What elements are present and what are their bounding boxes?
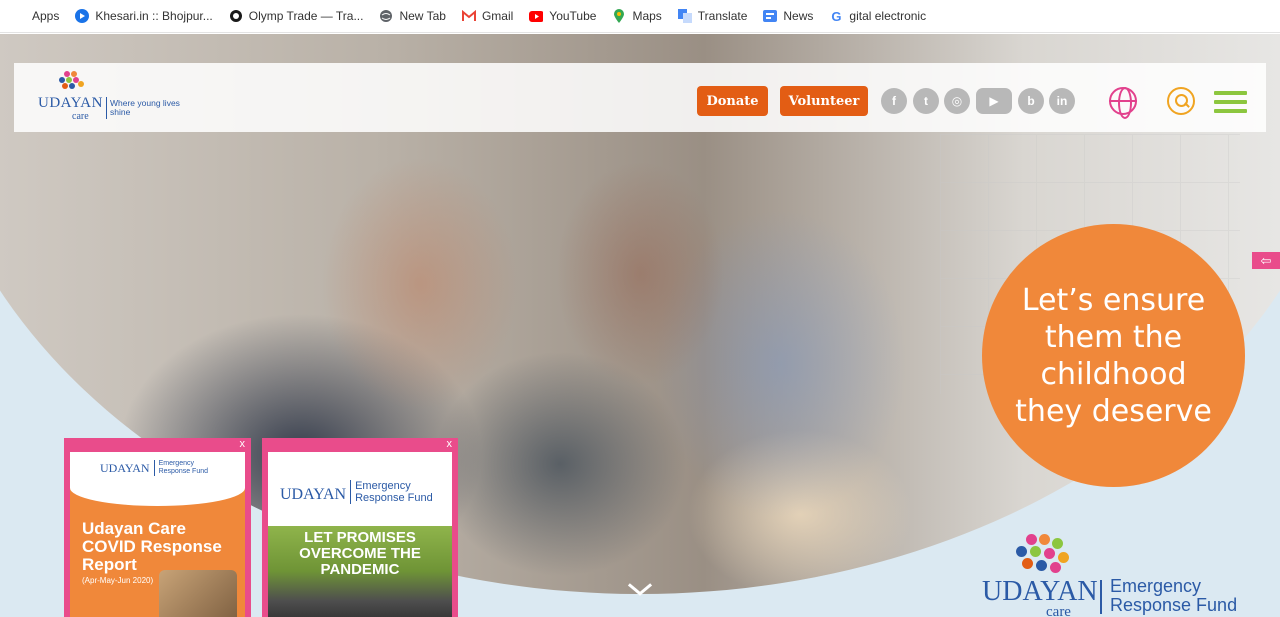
popup-tag-line2: Response Fund [355, 492, 433, 504]
popup-close-button[interactable]: x [240, 438, 246, 450]
bookmark-label: News [783, 9, 814, 23]
emergency-fund-logo: UDAYAN care Emergency Response Fund [982, 534, 1252, 617]
brand-divider [1100, 580, 1102, 614]
popup-title: Udayan Care COVID Response Report [82, 519, 222, 574]
popup-header: UDAYAN Emergency Response Fund [70, 452, 245, 506]
logo-tagline: Where young lives shine [110, 98, 180, 117]
news-icon [763, 9, 778, 23]
bookmark-gmail[interactable]: Gmail [461, 9, 514, 23]
popup-tag-line2: Response Fund [158, 468, 208, 475]
youtube-icon [529, 9, 544, 23]
logo-tree-icon [56, 71, 86, 97]
hero-tagline: Let’s ensure them the childhood they des… [1015, 282, 1212, 429]
google-icon: G [831, 8, 842, 24]
popup-title: LET PROMISES OVERCOME THE PANDEMIC [299, 529, 421, 578]
bookmark-olymp-trade[interactable]: Olymp Trade — Tra... [229, 9, 364, 23]
popup-logo-word: UDAYAN [100, 461, 150, 475]
search-icon[interactable] [1167, 87, 1195, 115]
youtube-icon[interactable]: ▶ [976, 88, 1012, 114]
olymp-icon [229, 9, 243, 23]
play-circle-icon [75, 9, 90, 23]
logo-tree-icon [1012, 534, 1072, 580]
hamburger-menu-icon[interactable] [1214, 91, 1247, 113]
popup-logo-tag: Emergency Response Fund [153, 460, 208, 476]
bookmark-news[interactable]: News [763, 9, 813, 23]
instagram-icon[interactable]: ◎ [944, 88, 970, 114]
twitter-icon[interactable]: t [913, 88, 939, 114]
hero-section: UDAYAN care Where young lives shine Dona… [0, 34, 1280, 617]
popup-card[interactable]: UDAYAN Emergency Response Fund LET PROMI… [268, 452, 452, 617]
popup-tag-line1: Emergency [158, 460, 194, 467]
promises-popup[interactable]: x UDAYAN Emergency Response Fund LET PRO… [262, 438, 458, 617]
logo-divider [106, 97, 107, 119]
bookmark-label: gital electronic [849, 9, 927, 23]
bookmark-label: Gmail [481, 9, 514, 23]
apps-grid-icon [12, 9, 26, 23]
popup-subtitle: (Apr-May-Jun 2020) [82, 576, 154, 585]
side-panel-tab[interactable]: ⇦ [1252, 252, 1280, 269]
popup-close-button[interactable]: x [447, 438, 453, 450]
scroll-down-chevron-icon[interactable] [626, 580, 654, 600]
popup-tag-line1: Emergency [355, 480, 411, 492]
bookmark-label: Maps [632, 9, 662, 23]
logo-wordmark: UDAYAN [38, 95, 103, 111]
site-header: UDAYAN care Where young lives shine Dona… [14, 63, 1266, 132]
popup-logo-tag: Emergency Response Fund [350, 480, 433, 504]
bookmark-label: Olymp Trade — Tra... [248, 9, 364, 23]
brand-care: care [1046, 604, 1071, 617]
popup-logo: UDAYAN Emergency Response Fund [280, 480, 433, 504]
logo-care: care [72, 111, 89, 122]
popup-photo [159, 570, 237, 617]
brand-tagline: Emergency Response Fund [1110, 577, 1237, 615]
brand-wordmark: UDAYAN [982, 576, 1098, 607]
bookmark-label: Translate [697, 9, 748, 23]
site-logo[interactable]: UDAYAN care Where young lives shine [38, 71, 188, 122]
brand-tagline-line2: Response Fund [1110, 595, 1238, 615]
bookmark-label: Khesari.in :: Bhojpur... [95, 9, 213, 23]
bookmark-youtube[interactable]: YouTube [529, 9, 596, 23]
popup-logo-word: UDAYAN [280, 486, 347, 503]
bookmark-translate[interactable]: Translate [677, 9, 748, 23]
bookmark-gital-electronic[interactable]: G gital electronic [829, 8, 927, 24]
translate-icon [677, 9, 692, 23]
globe-icon [379, 9, 393, 23]
bookmarks-bar: Apps Khesari.in :: Bhojpur... Olymp Trad… [0, 0, 1280, 33]
hero-tagline-circle: Let’s ensure them the childhood they des… [982, 224, 1245, 487]
bookmark-khesari[interactable]: Khesari.in :: Bhojpur... [75, 9, 213, 23]
covid-report-popup[interactable]: x UDAYAN Emergency Response Fund Udayan … [64, 438, 251, 617]
maps-pin-icon [612, 9, 626, 23]
blogger-icon[interactable]: b [1018, 88, 1044, 114]
popup-card[interactable]: UDAYAN Emergency Response Fund Udayan Ca… [70, 452, 245, 617]
bookmark-label: New Tab [399, 9, 446, 23]
gmail-icon [461, 9, 476, 23]
bookmark-maps[interactable]: Maps [612, 9, 662, 23]
language-globe-icon[interactable] [1109, 87, 1137, 119]
linkedin-icon[interactable]: in [1049, 88, 1075, 114]
bookmark-label: Apps [32, 9, 60, 23]
popup-logo: UDAYAN Emergency Response Fund [100, 460, 208, 476]
bookmark-new-tab[interactable]: New Tab [379, 9, 446, 23]
bookmark-apps[interactable]: Apps [12, 9, 59, 23]
bookmark-label: YouTube [549, 9, 597, 23]
donate-button[interactable]: Donate [697, 86, 768, 116]
volunteer-button[interactable]: Volunteer [780, 86, 868, 116]
facebook-icon[interactable]: f [881, 88, 907, 114]
brand-tagline-line1: Emergency [1110, 576, 1202, 596]
